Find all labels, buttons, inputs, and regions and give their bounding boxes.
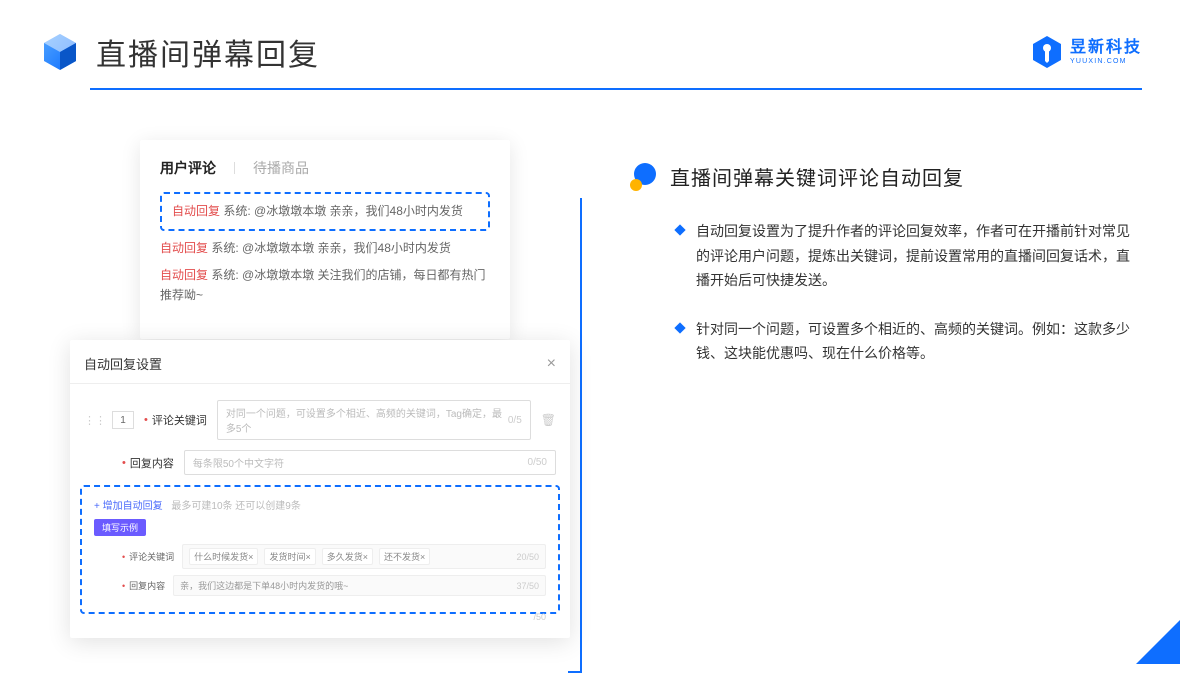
- auto-reply-settings-panel: 自动回复设置 × ⋮⋮ 1 • 评论关键词 对同一个问题，可设置多个相近、高频的…: [70, 340, 570, 638]
- tab-pending-goods[interactable]: 待播商品: [253, 158, 309, 178]
- example-keyword-label: 评论关键词: [129, 550, 174, 563]
- comment-text: 系统: @冰墩墩本墩 亲亲，我们48小时内发货: [211, 241, 451, 255]
- required-mark: •: [144, 414, 148, 426]
- section-title: 直播间弹幕关键词评论自动回复: [670, 162, 964, 191]
- comment-text: 系统: @冰墩墩本墩 关注我们的店铺，每日都有热门推荐呦~: [160, 268, 486, 301]
- settings-title: 自动回复设置: [84, 354, 162, 373]
- add-autoreply-link[interactable]: + 增加自动回复: [94, 501, 163, 512]
- example-content-label: 回复内容: [129, 579, 165, 592]
- logo-text-cn: 昱新科技: [1070, 40, 1142, 56]
- logo-mark-icon: [1030, 35, 1064, 69]
- keyword-tag: 还不发货×: [379, 548, 430, 565]
- required-mark: •: [122, 552, 125, 562]
- logo-text-en: YUUXIN.COM: [1070, 58, 1142, 65]
- cube-icon: [38, 30, 82, 74]
- outside-count: /50: [533, 612, 546, 622]
- auto-reply-tag: 自动回复: [172, 204, 220, 218]
- example-content-count: 37/50: [516, 581, 539, 591]
- keyword-count: 0/5: [508, 415, 522, 426]
- page-title: 直播间弹幕回复: [96, 30, 320, 74]
- example-highlight-box: + 增加自动回复 最多可建10条 还可以创建9条 填写示例 • 评论关键词 什么…: [80, 485, 560, 614]
- close-icon[interactable]: ×: [547, 355, 556, 373]
- diamond-bullet-icon: [674, 224, 686, 236]
- auto-reply-tag: 自动回复: [160, 241, 208, 255]
- corner-triangle-icon: [1136, 620, 1180, 664]
- delete-icon[interactable]: 🗑: [541, 413, 556, 427]
- keyword-tag: 什么时候发货×: [189, 548, 258, 565]
- example-keyword-count: 20/50: [516, 552, 539, 562]
- chat-bubble-icon: [630, 163, 658, 191]
- keyword-label: 评论关键词: [152, 412, 207, 428]
- highlighted-comment: 自动回复 系统: @冰墩墩本墩 亲亲，我们48小时内发货: [160, 192, 490, 231]
- tab-user-comments[interactable]: 用户评论: [160, 158, 216, 178]
- example-content-input: 亲，我们这边都是下单48小时内发货的哦~ 37/50: [173, 575, 546, 596]
- content-count: 0/50: [528, 457, 547, 468]
- example-content-text: 亲，我们这边都是下单48小时内发货的哦~: [180, 579, 348, 592]
- drag-handle-icon[interactable]: ⋮⋮: [84, 414, 106, 427]
- content-label: 回复内容: [130, 455, 174, 471]
- keyword-tag: 多久发货×: [322, 548, 373, 565]
- comment-text: 系统: @冰墩墩本墩 亲亲，我们48小时内发货: [223, 204, 463, 218]
- add-hint: 最多可建10条 还可以创建9条: [171, 501, 300, 512]
- connector-line: [568, 198, 582, 673]
- bullet-text-2: 针对同一个问题，可设置多个相近的、高频的关键词。例如：这款多少钱、这块能优惠吗、…: [696, 317, 1140, 366]
- bullet-text-1: 自动回复设置为了提升作者的评论回复效率，作者可在开播前针对常见的评论用户问题，提…: [696, 219, 1140, 293]
- tab-divider: [234, 162, 235, 174]
- content-input[interactable]: 每条限50个中文字符 0/50: [184, 450, 556, 475]
- rule-number: 1: [112, 411, 134, 429]
- keyword-placeholder: 对同一个问题，可设置多个相近、高频的关键词，Tag确定，最多5个: [226, 405, 508, 435]
- required-mark: •: [122, 457, 126, 469]
- comments-panel: 用户评论 待播商品 自动回复 系统: @冰墩墩本墩 亲亲，我们48小时内发货 自…: [140, 140, 510, 339]
- content-placeholder: 每条限50个中文字符: [193, 455, 284, 470]
- brand-logo: 昱新科技 YUUXIN.COM: [1030, 35, 1142, 69]
- auto-reply-tag: 自动回复: [160, 268, 208, 282]
- required-mark: •: [122, 581, 125, 591]
- example-badge: 填写示例: [94, 519, 146, 536]
- keyword-input[interactable]: 对同一个问题，可设置多个相近、高频的关键词，Tag确定，最多5个 0/5: [217, 400, 531, 440]
- diamond-bullet-icon: [674, 322, 686, 334]
- keyword-tag: 发货时间×: [264, 548, 315, 565]
- example-keyword-input: 什么时候发货× 发货时间× 多久发货× 还不发货× 20/50: [182, 544, 546, 569]
